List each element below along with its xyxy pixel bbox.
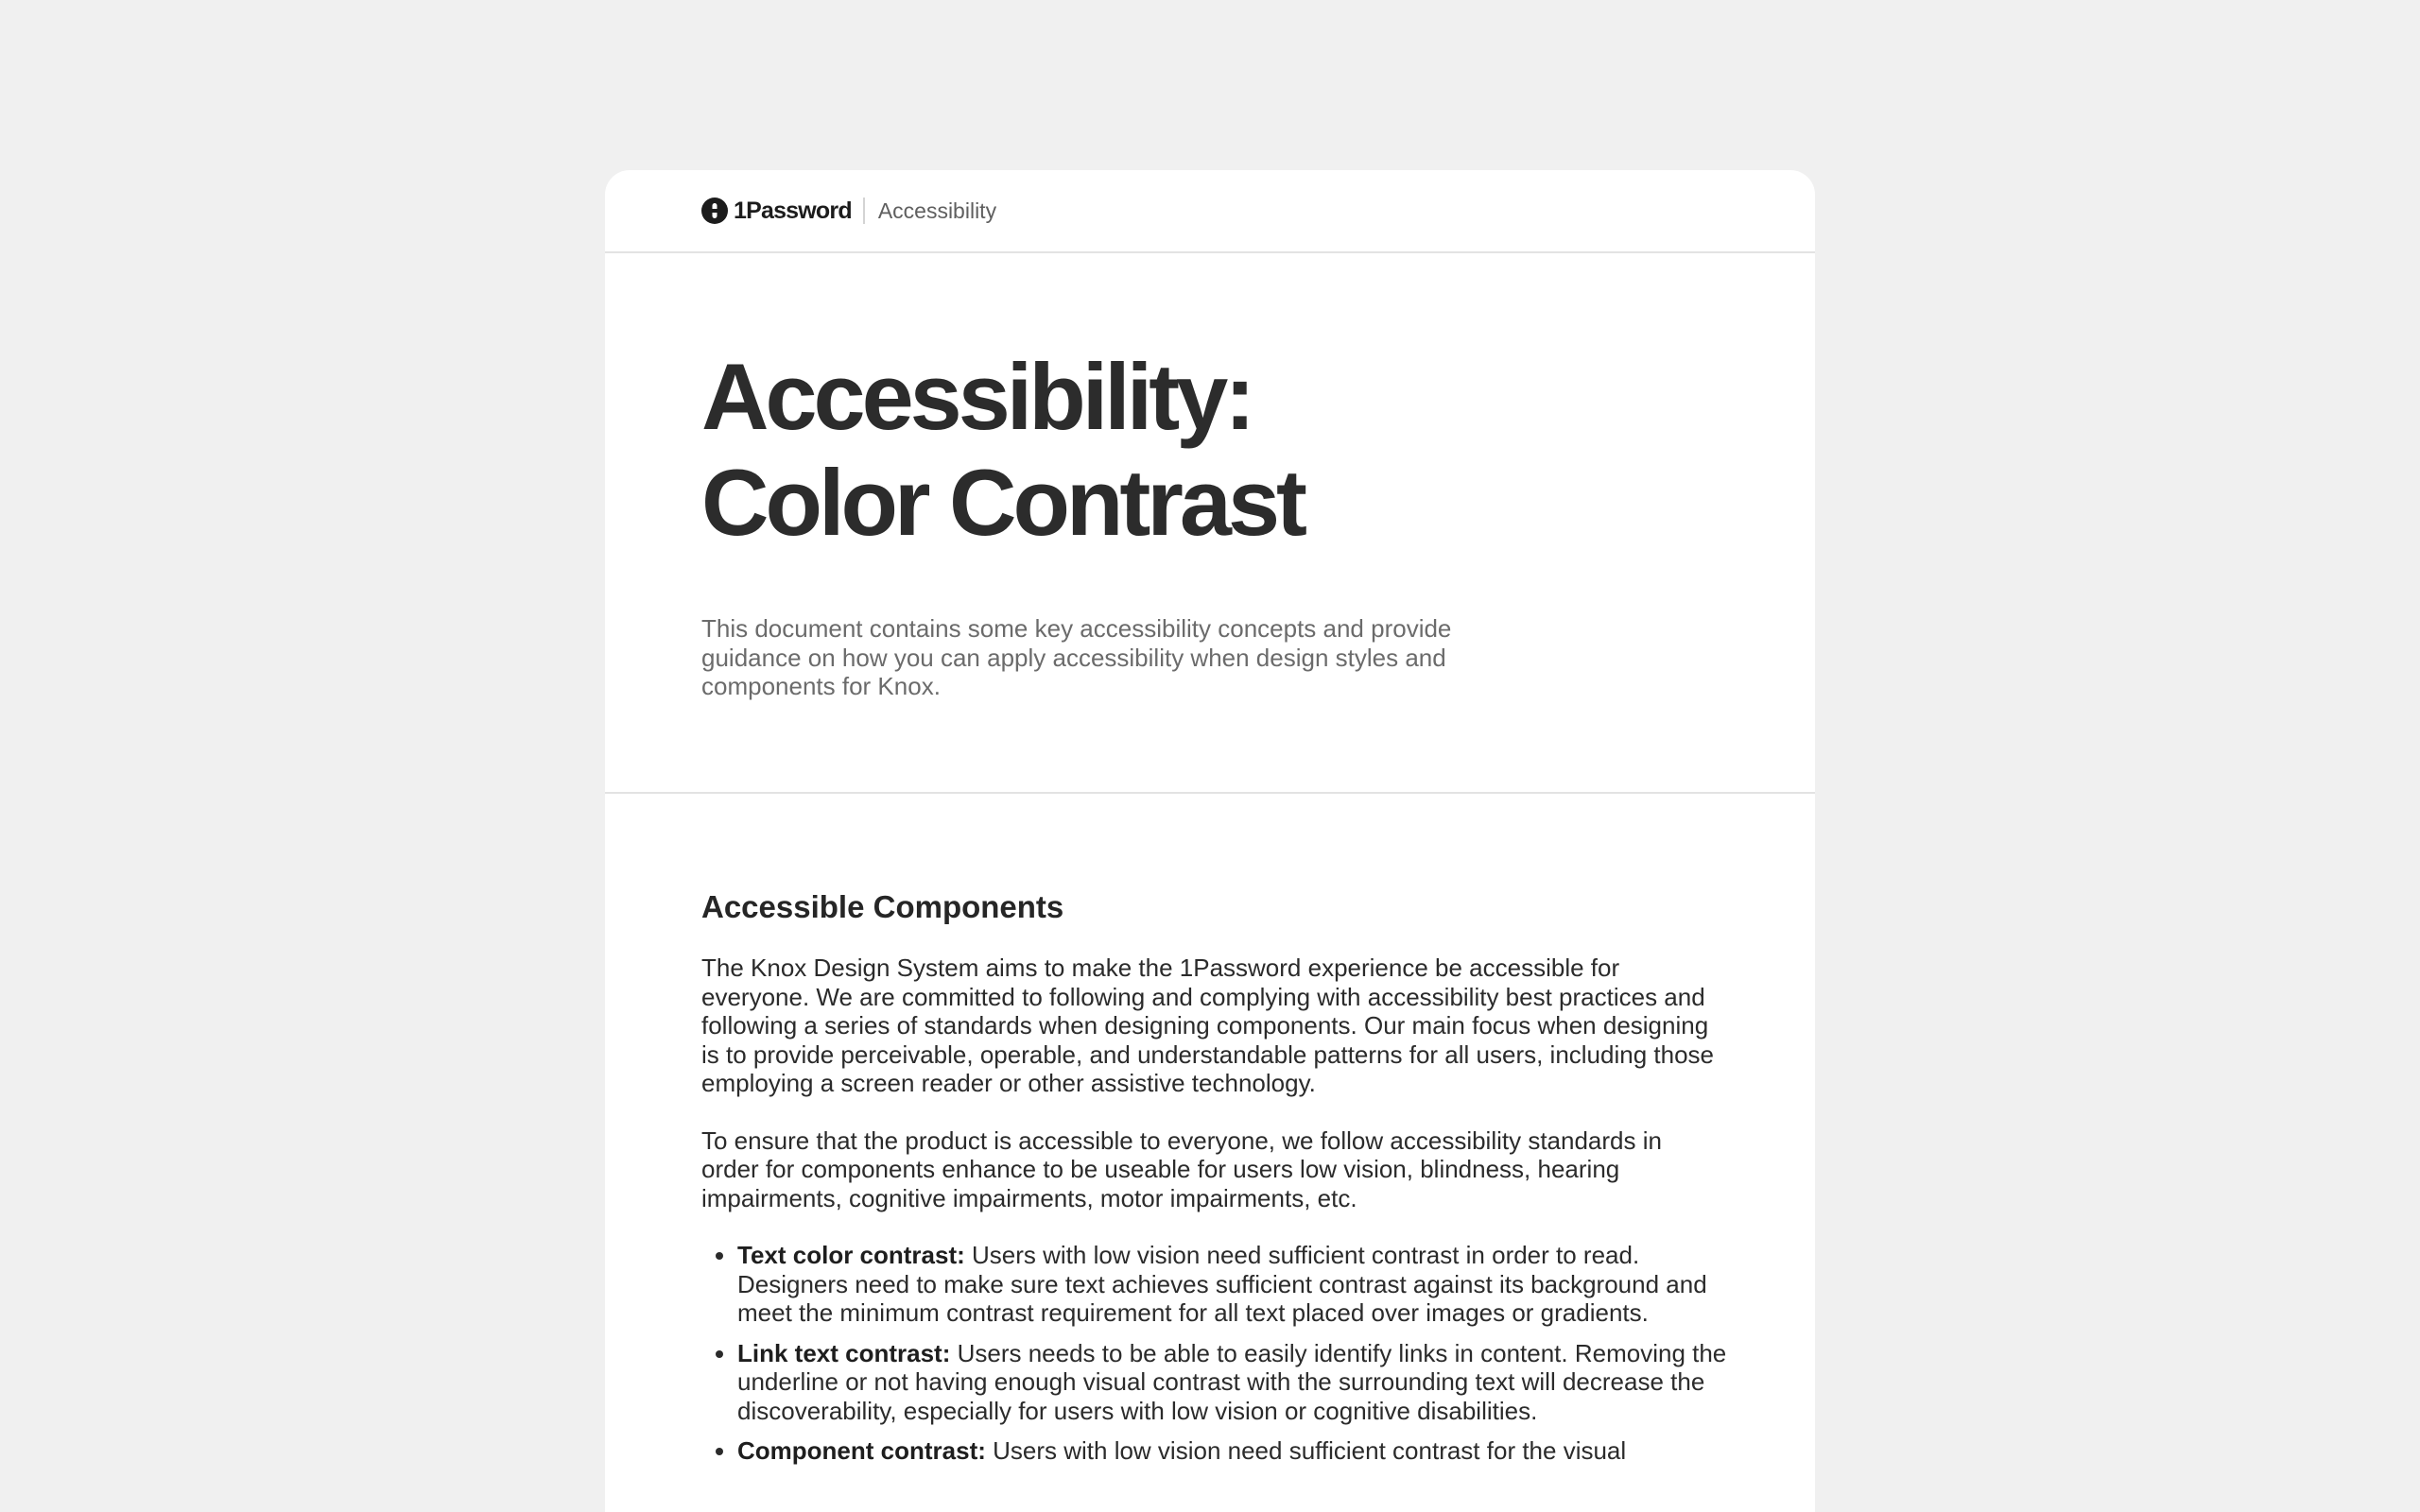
brand-divider — [862, 198, 865, 224]
brand-logo[interactable]: 1Password — [701, 197, 853, 225]
content-section: Accessible Components The Knox Design Sy… — [605, 794, 1815, 1466]
list-item: Component contrast: Users with low visio… — [737, 1436, 1730, 1466]
list-item: Link text contrast: Users needs to be ab… — [737, 1339, 1730, 1426]
list-item: Text color contrast: Users with low visi… — [737, 1241, 1730, 1328]
section-heading: Accessible Components — [701, 889, 1064, 924]
logo-text: 1Password — [734, 197, 853, 224]
page-title: Accessibility: Color Contrast — [701, 344, 1719, 556]
page-title-line-2: Color Contrast — [701, 450, 1307, 555]
1password-logo-icon — [701, 198, 728, 224]
page-title-line-1: Accessibility: — [701, 344, 1255, 449]
top-bar: 1Password Accessibility — [605, 170, 1815, 253]
bullet-list: Text color contrast: Users with low visi… — [701, 1241, 1730, 1466]
body-paragraph: To ensure that the product is accessible… — [701, 1125, 1662, 1212]
body-paragraph: The Knox Design System aims to make the … — [701, 954, 1715, 1097]
list-item-term: Text color contrast: — [737, 1241, 965, 1269]
hero-section: Accessibility: Color Contrast This docum… — [605, 253, 1815, 794]
document-card: 1Password Accessibility Accessibility: C… — [605, 170, 1815, 1512]
list-item-term: Link text contrast: — [737, 1338, 951, 1367]
lead-paragraph: This document contains some key accessib… — [701, 614, 1452, 700]
list-item-term: Component contrast: — [737, 1436, 986, 1465]
list-item-text: Users with low vision need sufficient co… — [985, 1436, 1627, 1465]
breadcrumb-section[interactable]: Accessibility — [878, 198, 996, 224]
